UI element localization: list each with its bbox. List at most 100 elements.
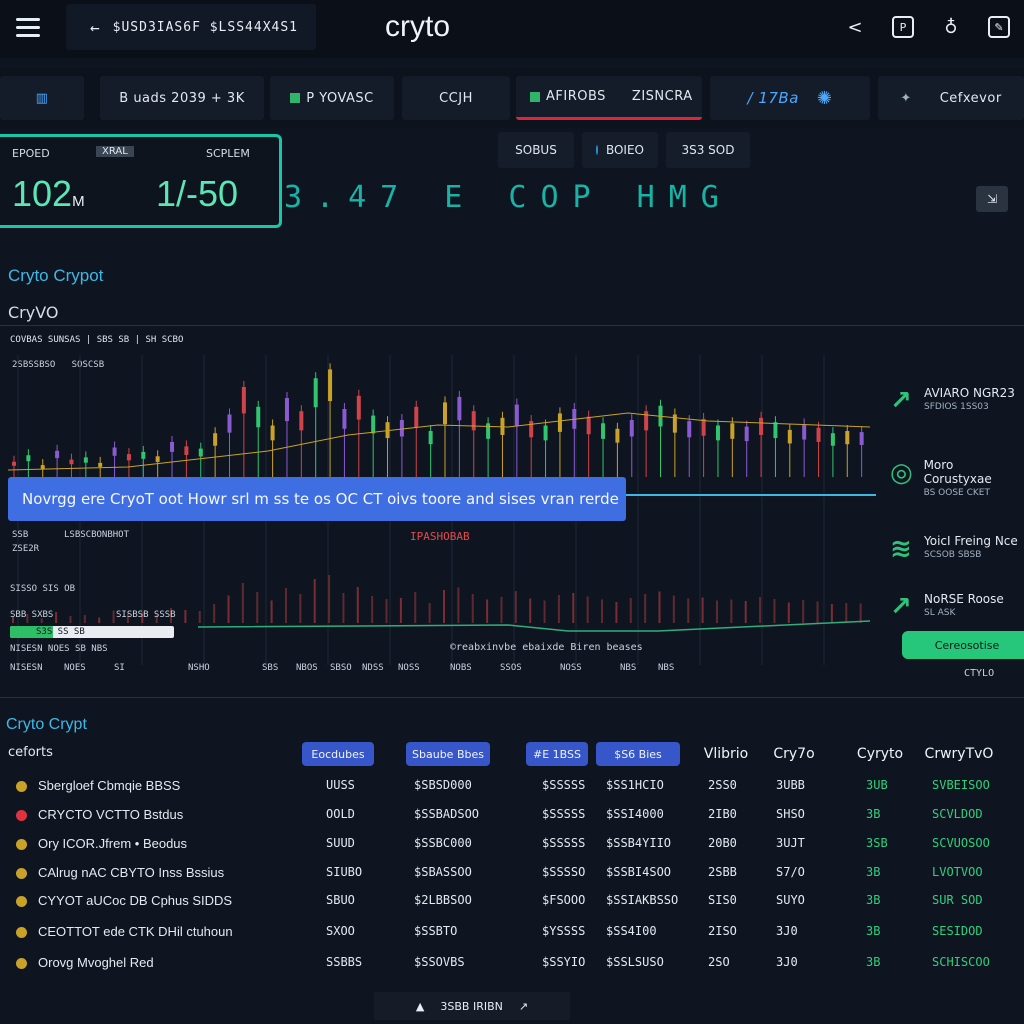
stat-chip[interactable]: XRAL <box>96 146 134 157</box>
cell-c7: 3B <box>866 865 881 879</box>
candle-bar <box>83 457 88 463</box>
cell-c6: 3UJT <box>776 836 805 850</box>
table-row[interactable]: CEOTTOT ede CTK DHil ctuhoun SXOO $SSBTO $Y… <box>0 918 1024 948</box>
rail-item[interactable]: ↗ AVIARO NGR23 SFDIOS 1SS03 <box>890 386 1015 420</box>
cell-c4: $SS4I00 <box>606 924 657 938</box>
column-header[interactable]: Cyryto <box>848 742 912 766</box>
candle-bar <box>40 465 45 470</box>
rail-item-title: Moro Corustyxae <box>923 458 992 486</box>
cell-c1: SXOO <box>326 924 355 938</box>
candle-bar <box>730 423 735 439</box>
candle-bar <box>845 431 850 445</box>
tab-3[interactable]: CCJH <box>402 76 510 120</box>
volume-label-1: SISSO SIS OB <box>10 584 76 594</box>
column-header[interactable]: CrwryTvO <box>922 742 996 766</box>
pill-2-label: BOIEO <box>605 143 644 157</box>
candle-bar <box>356 395 361 420</box>
table-row[interactable]: CYYOT aUCoc DB Cphus SIDDS SBUO $2LBBSOO $F… <box>0 887 1024 917</box>
asset-name: CRYCTO VCTTO Bstdus <box>38 807 184 822</box>
volume-bar <box>198 611 201 623</box>
cell-c5: 2ISO <box>708 924 737 938</box>
pill-2[interactable]: BOIEO <box>582 132 658 168</box>
column-header[interactable]: Cry7o <box>764 742 824 766</box>
cell-c7: 3SB <box>866 836 888 850</box>
rail-item-sub: SL ASK <box>924 608 956 618</box>
coin-icon <box>16 896 27 907</box>
candle-bar <box>270 425 275 441</box>
candle-bar <box>443 402 447 425</box>
table-row[interactable]: CAlrug nAC CBYTO Inss Bssius SIUBO $SBASSO… <box>0 859 1024 889</box>
tab-7[interactable]: ✦ Cefxevor <box>878 76 1024 120</box>
volume-bar <box>98 617 101 623</box>
cell-c4: $SSLSUSO <box>606 955 664 969</box>
cell-c3: $YSSSS <box>542 924 586 938</box>
rail-item-title: NoRSE Roose <box>924 592 1004 606</box>
coin-icon <box>16 868 27 879</box>
exchange-icon: ◎ <box>890 458 913 488</box>
bell-icon[interactable]: ♁ <box>940 16 962 38</box>
cell-c8: SUR SOD <box>932 893 983 907</box>
menu-icon[interactable] <box>16 18 40 38</box>
cell-c6: SUYO <box>776 893 805 907</box>
expand-icon: ⇲ <box>986 192 998 206</box>
rail-action-button[interactable]: Cereosotise <box>902 631 1024 659</box>
volume-bar <box>328 575 331 623</box>
volume-bar <box>644 594 647 623</box>
asset-name: CAlrug nAC CBYTO Inss Bssius <box>38 865 225 880</box>
table-row[interactable]: CRYCTO VCTTO Bstdus OOLD $SSBADSOO $SSSSS $S… <box>0 801 1024 831</box>
rail-item[interactable]: ↗ NoRSE Roose SL ASK <box>890 592 1004 626</box>
asset-name: Orovg Mvoghel Red <box>38 955 154 970</box>
share-icon[interactable]: < <box>844 16 866 38</box>
nav-home-tab[interactable]: ▥ <box>0 76 84 120</box>
stat-value-right: 1/-50 <box>156 173 239 214</box>
column-header[interactable]: Vlibrio <box>694 742 758 766</box>
wallet-icon[interactable]: P <box>892 16 914 38</box>
column-header[interactable]: Eocdubes <box>302 742 374 766</box>
table-row[interactable]: Orovg Mvoghel Red SSBBS $SSOVBS $SSYIO $SSLS… <box>0 949 1024 979</box>
trend-line <box>8 412 871 471</box>
rail-item-sub: SFDIOS 1SS03 <box>924 402 989 412</box>
footer-text: 3SBB IRIBN <box>440 999 503 1013</box>
back-arrow-icon[interactable]: ← <box>90 18 101 37</box>
divider <box>0 325 1024 326</box>
expand-button[interactable]: ⇲ <box>976 186 1008 212</box>
stat-value-left: 102M <box>12 173 85 215</box>
column-header[interactable]: Sbaube Bbes <box>406 742 490 766</box>
footer-left-icon[interactable]: ▲ <box>416 1000 424 1013</box>
x-tick-label: NOES <box>64 663 86 673</box>
volume-label-3: SISBSB SSSB <box>116 610 176 620</box>
column-header[interactable]: $S6 Bies <box>596 742 680 766</box>
cell-c1: UUSS <box>326 778 355 792</box>
table-row[interactable]: Ory ICOR.Jfrem • Beodus SUUD $SSBC000 $SSSS… <box>0 830 1024 860</box>
ticker-box[interactable]: ← $USD3IAS6F $LSS44X4S1 <box>66 4 316 50</box>
pill-1[interactable]: SOBUS <box>498 132 574 168</box>
chart-label-f: IPASHOBAB <box>410 530 470 543</box>
chart-label-d: ZSE2R <box>12 544 40 554</box>
table-row[interactable]: Sbergloef Cbmqie BBSS UUSS $SBSD000 $SSSSS $… <box>0 772 1024 802</box>
volume-bar <box>299 594 302 623</box>
volume-bar <box>759 597 762 623</box>
volume-bar <box>385 599 388 623</box>
volume-line <box>197 620 871 632</box>
tab-1[interactable]: B uads 2039 + 3K <box>100 76 264 120</box>
tab-4[interactable]: AFIROBS ZISNCRA <box>516 76 702 120</box>
x-tick-label: SBS <box>262 663 279 673</box>
candle-bar <box>787 429 792 444</box>
pill-dot-icon <box>596 145 598 155</box>
column-header[interactable]: #E 1BSS <box>526 742 588 766</box>
notification-banner[interactable]: Novrgg ere CryoT oot Howr srl m ss te os… <box>8 477 626 521</box>
volume-bar <box>615 602 618 623</box>
volume-bar <box>83 615 86 623</box>
volume-bar <box>112 610 115 623</box>
tab-6[interactable]: / 17Ba ✺ <box>710 76 870 120</box>
nav-bar: ▥ B uads 2039 + 3K P YOVASC CCJH AFIROBS… <box>0 68 1024 128</box>
volume-bar <box>701 597 704 623</box>
pill-3[interactable]: 3S3 SOD <box>666 132 750 168</box>
footer-right-icon[interactable]: ↗ <box>519 1000 528 1013</box>
edit-icon[interactable]: ✎ <box>988 16 1010 38</box>
rail-item[interactable]: ◎ Moro Corustyxae BS OOSE CKET <box>890 458 1024 498</box>
rail-item[interactable]: ≋ YoicI Freing Nce SCSOB SBSB <box>890 534 1018 568</box>
candle-bar <box>414 406 419 428</box>
tab-2[interactable]: P YOVASC <box>270 76 394 120</box>
chart-legend: COVBAS SUNSAS | SBS SB | SH SCBO <box>10 335 184 345</box>
